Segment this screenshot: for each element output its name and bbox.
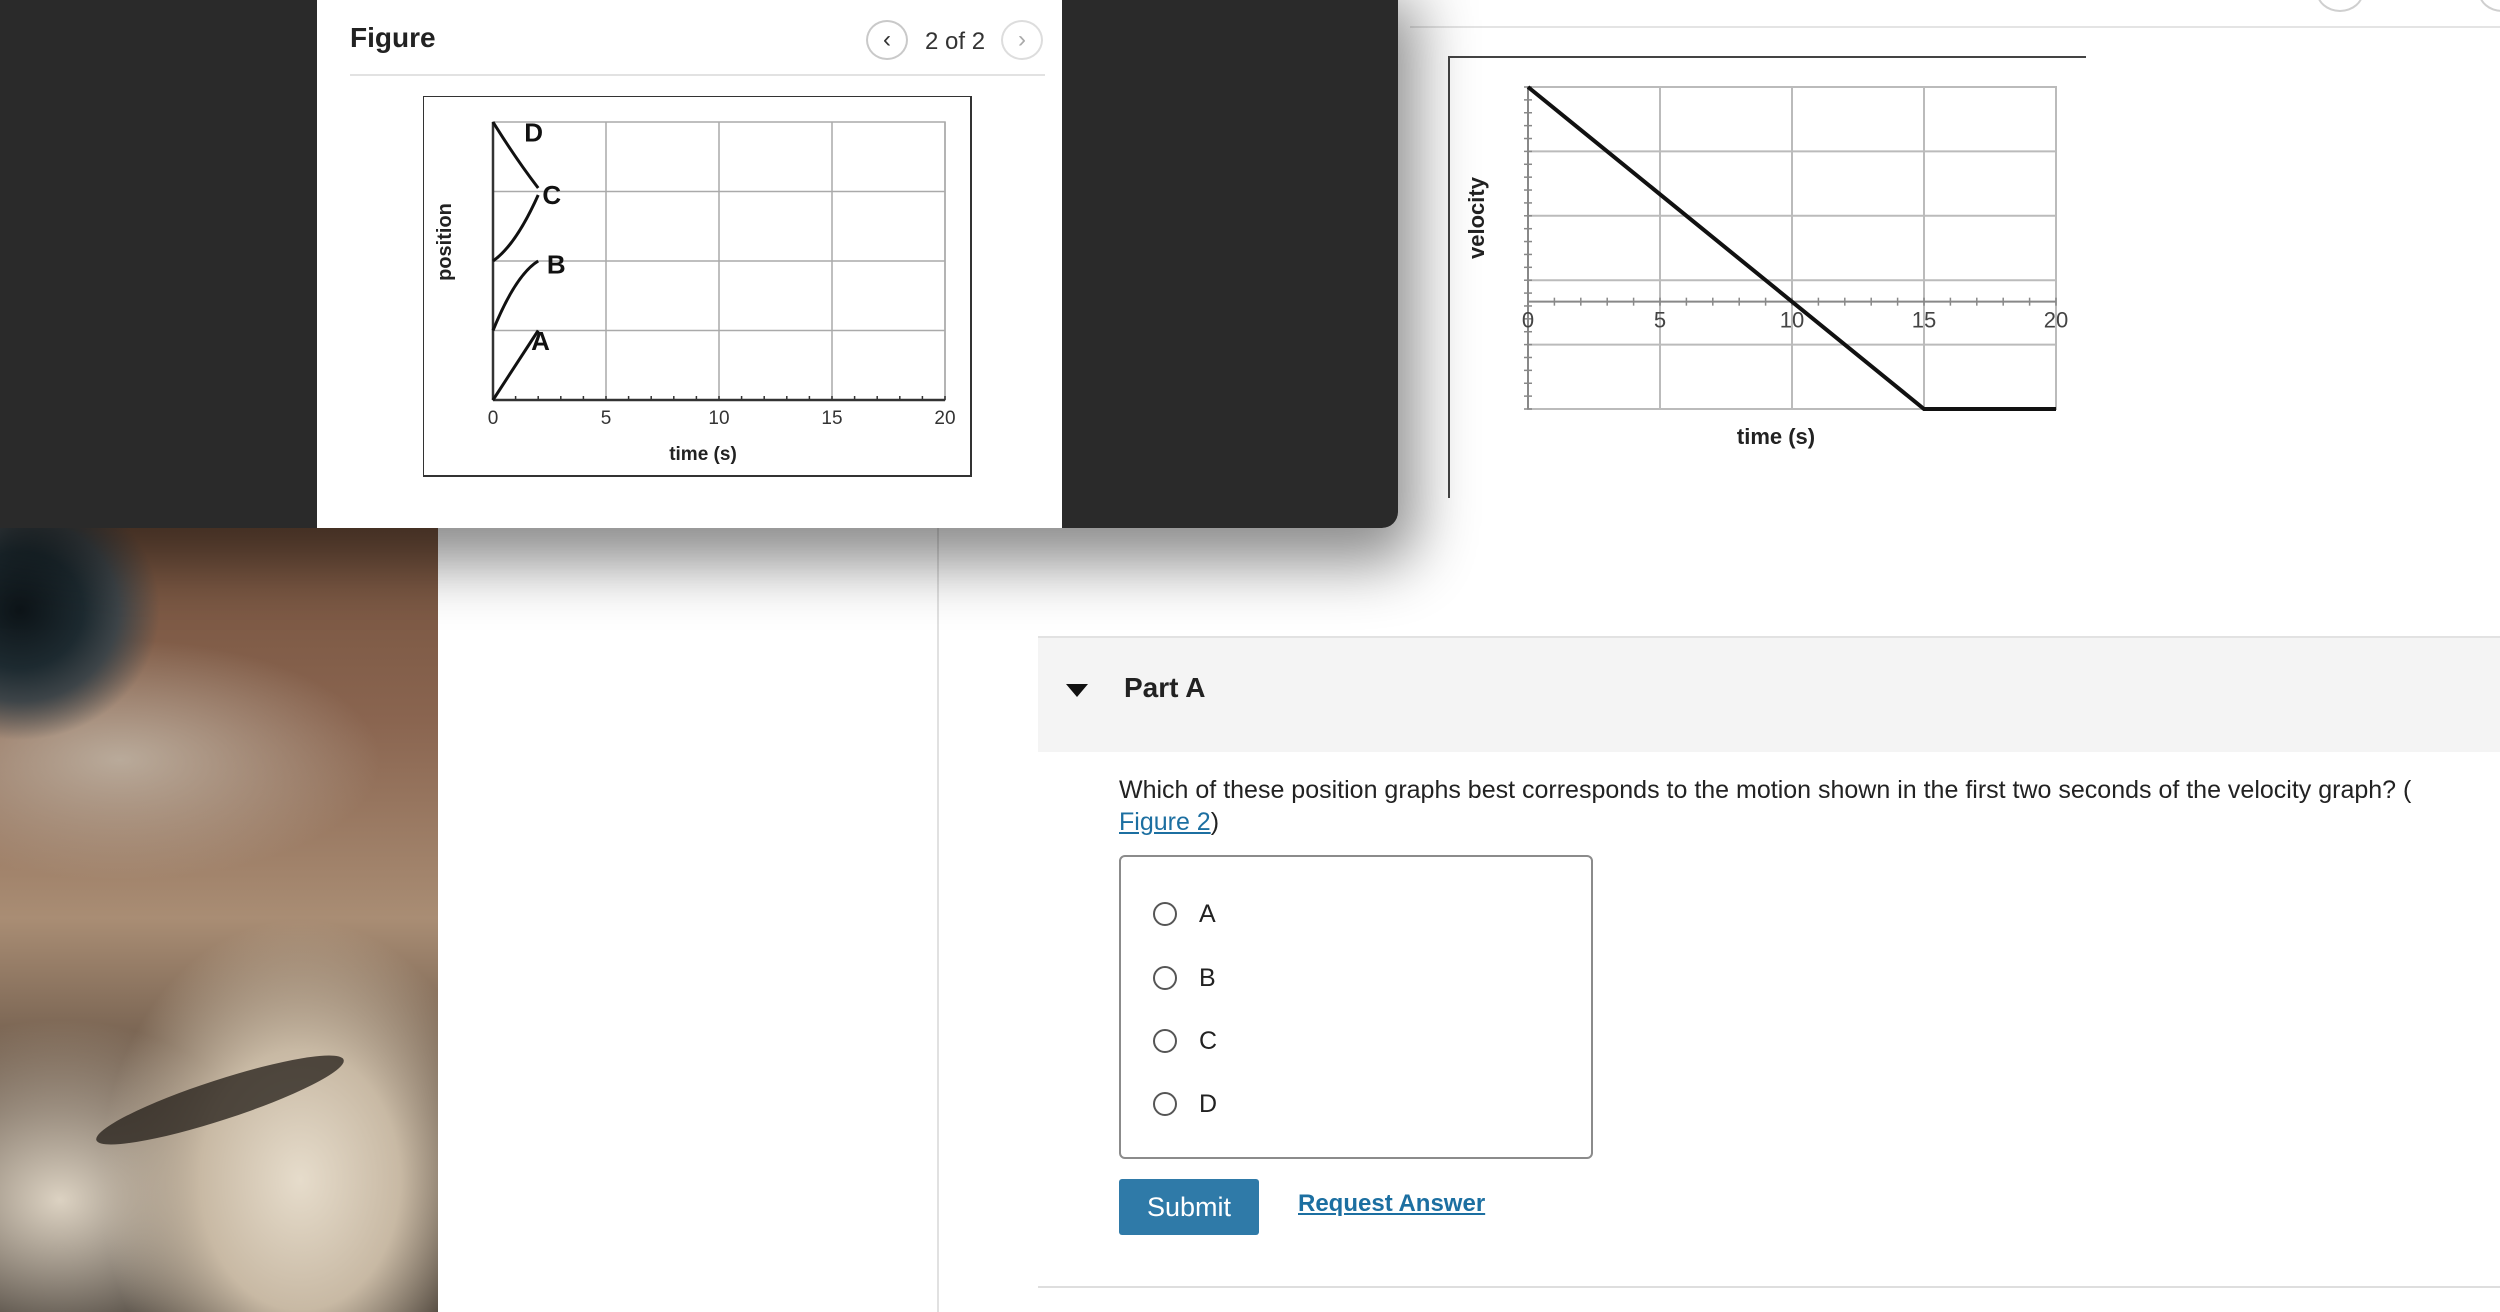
question-close: ) <box>1210 808 1220 836</box>
x-tick-label: 5 <box>1654 308 1666 333</box>
x-tick-label: 10 <box>708 408 729 429</box>
choice-label: A <box>1199 899 1216 928</box>
choice-label: D <box>1199 1089 1218 1118</box>
x-tick-label: 15 <box>1912 308 1936 333</box>
chevron-left-icon[interactable]: ‹ <box>866 20 908 60</box>
position-y-axis-label: position <box>434 203 456 281</box>
x-tick-label: 5 <box>601 408 612 429</box>
choice-label: B <box>1199 963 1216 992</box>
velocity-chart: velocity time (s) 0 5 10 15 20 <box>1464 85 2068 449</box>
x-tick-label: 0 <box>488 408 499 429</box>
position-chart: D C B A position 0 5 10 15 20 time (s) <box>423 96 972 477</box>
radio-button[interactable] <box>1153 902 1177 926</box>
choice-label: C <box>1199 1026 1218 1055</box>
figure-modal: Figure ‹ 2 of 2 › D C B A position 0 5 10 15 20… <box>317 0 1062 528</box>
caret-down-icon[interactable] <box>1066 684 1088 697</box>
choice-d[interactable]: D <box>1153 1086 1217 1122</box>
figure-link[interactable]: Figure 2 <box>1119 808 1211 836</box>
choice-b[interactable]: B <box>1153 960 1216 996</box>
modal-divider <box>350 74 1045 76</box>
position-x-axis-label: time (s) <box>669 444 737 465</box>
velocity-y-axis-label: velocity <box>1464 176 1489 259</box>
x-tick-label: 15 <box>821 408 842 429</box>
modal-title: Figure <box>350 22 436 53</box>
radio-button[interactable] <box>1153 1092 1177 1116</box>
x-tick-label: 20 <box>2044 308 2068 333</box>
radio-button[interactable] <box>1153 1029 1177 1053</box>
figure-modal-frame: Figure ‹ 2 of 2 › D C B A position 0 5 10 15 20… <box>0 0 1398 528</box>
x-tick-label: 10 <box>1780 308 1804 333</box>
part-a-header[interactable]: Part A <box>1038 636 2500 752</box>
curve-label-d: D <box>524 117 543 147</box>
x-tick-label: 20 <box>934 408 955 429</box>
choice-c[interactable]: C <box>1153 1023 1217 1059</box>
question-text: Which of these position graphs best corr… <box>1119 774 2489 838</box>
top-divider <box>1410 26 2500 28</box>
x-tick-label: 0 <box>1522 308 1534 333</box>
velocity-x-axis-label: time (s) <box>1737 424 1815 449</box>
choice-a[interactable]: A <box>1153 896 1216 932</box>
curve-label-c: C <box>542 180 561 210</box>
question-body: Which of these position graphs best corr… <box>1119 776 2412 804</box>
bottom-divider <box>1038 1286 2500 1288</box>
page-counter: 2 of 2 <box>925 28 986 55</box>
submit-button[interactable]: Submit <box>1119 1179 1259 1235</box>
curve-label-a: A <box>531 326 550 356</box>
answer-choices: A B C D <box>1119 855 1593 1159</box>
radio-button[interactable] <box>1153 966 1177 990</box>
curve-label-b: B <box>547 249 566 279</box>
request-answer-link[interactable]: Request Answer <box>1298 1190 1485 1218</box>
part-title: Part A <box>1124 672 1206 703</box>
chevron-right-icon[interactable]: › <box>1001 20 1043 60</box>
